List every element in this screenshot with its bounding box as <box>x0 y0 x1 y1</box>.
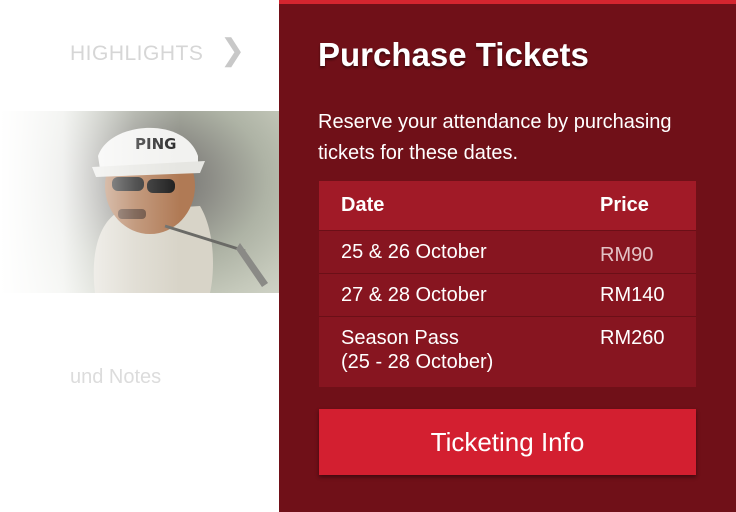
table-row: 25 & 26 October RM90 <box>319 230 696 273</box>
panel-title: Purchase Tickets <box>318 36 589 73</box>
chevron-right-icon[interactable]: ❯ <box>220 36 245 66</box>
background-page: HIGHLIGHTS ❯ PING und Notes <box>0 0 280 512</box>
date-column-header: Date <box>341 194 385 216</box>
price-column-header: Price <box>600 194 649 216</box>
photo-fade-overlay <box>0 111 180 293</box>
ticket-price-table: Date Price 25 & 26 October RM90 27 & 28 … <box>319 181 696 387</box>
row-price: RM90 <box>600 244 654 266</box>
panel-description: Reserve your attendance by purchasing ti… <box>318 111 672 164</box>
purchase-tickets-panel: Purchase Tickets Reserve your attendance… <box>279 0 736 512</box>
row-date: 27 & 28 October <box>341 284 487 306</box>
table-row: 27 & 28 October RM140 <box>319 273 696 316</box>
notes-link[interactable]: und Notes <box>70 366 161 389</box>
row-date: 25 & 26 October <box>341 241 487 263</box>
panel-accent-line <box>279 0 736 4</box>
highlights-link[interactable]: HIGHLIGHTS <box>70 42 203 66</box>
row-price: RM260 <box>600 327 665 349</box>
row-price: RM140 <box>600 284 665 306</box>
table-row: Season Pass (25 - 28 October) RM260 <box>319 316 696 387</box>
table-header: Date Price <box>319 181 696 230</box>
row-date: Season Pass <box>341 327 459 349</box>
row-date-line2: (25 - 28 October) <box>341 351 494 373</box>
ticketing-info-button[interactable]: Ticketing Info <box>319 409 696 475</box>
